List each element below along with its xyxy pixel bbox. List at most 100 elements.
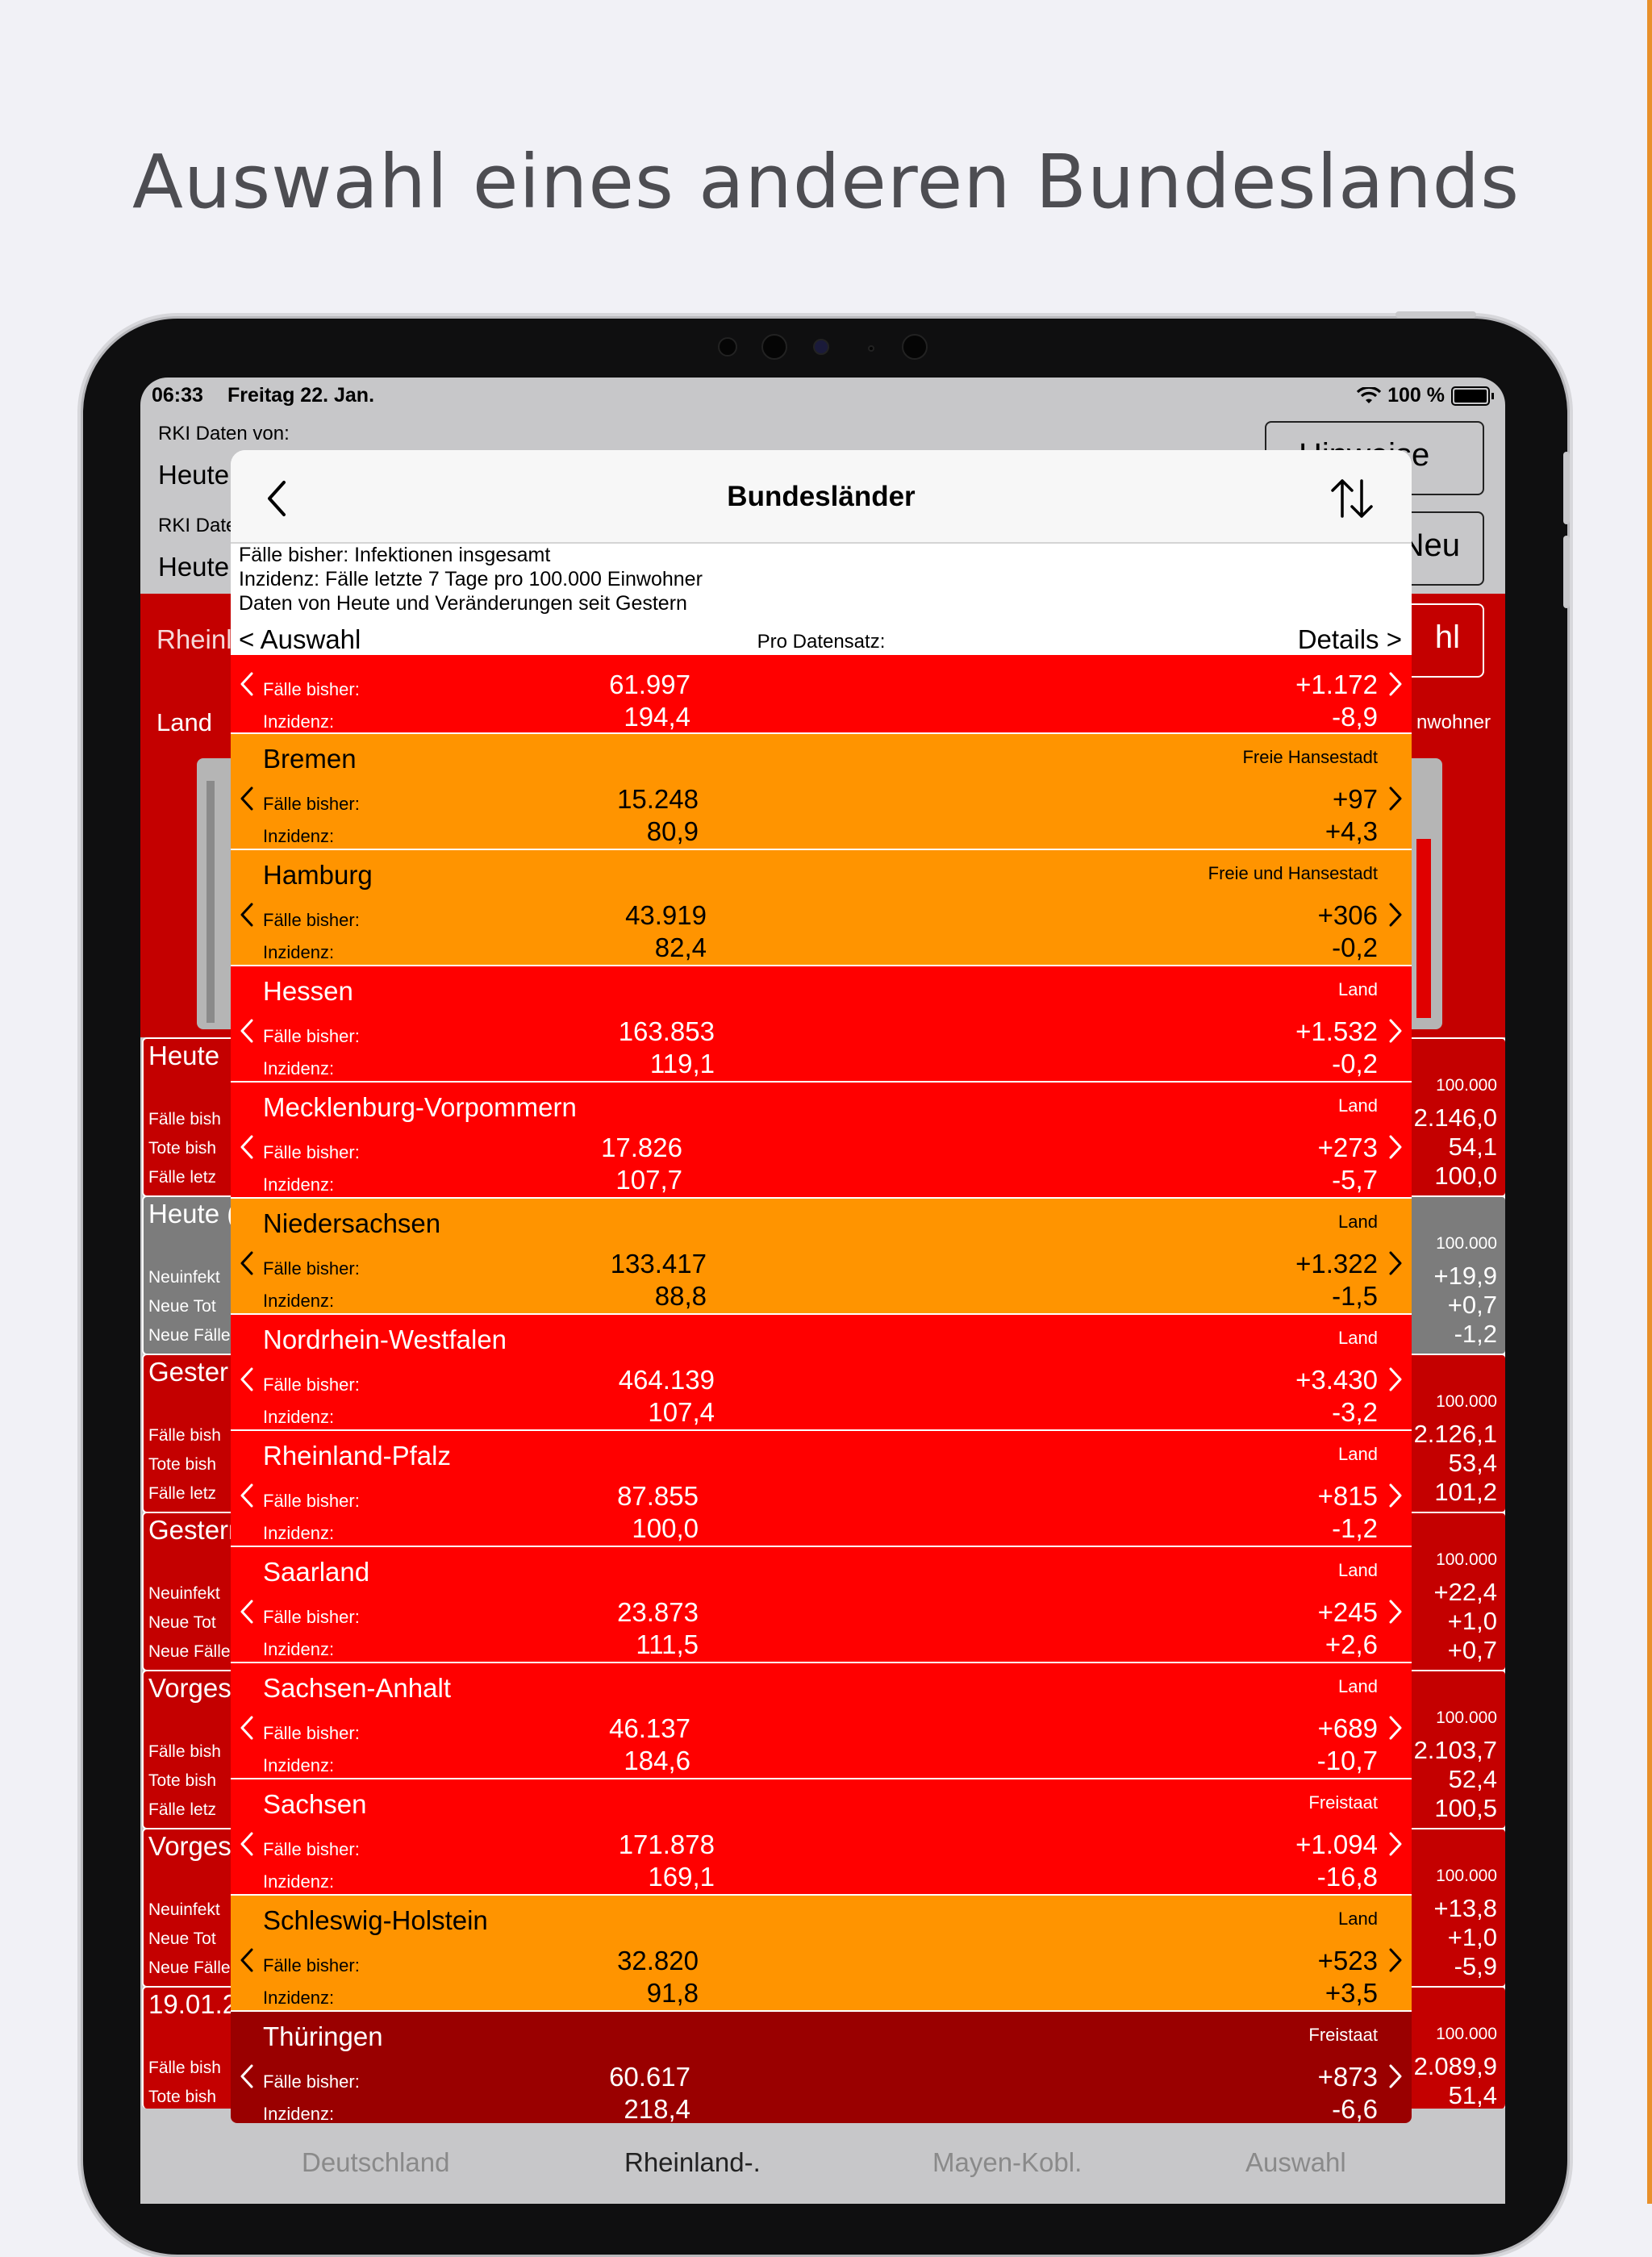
chevron-left-icon[interactable] (239, 786, 255, 811)
chevron-right-icon[interactable] (1387, 1018, 1404, 1044)
state-row[interactable]: Sachsen-Anhalt Land Fälle bisher: Inzidenz:… (231, 1662, 1412, 1779)
chevron-left-icon[interactable] (239, 1483, 255, 1508)
chevron-right-icon[interactable] (1387, 1831, 1404, 1857)
state-type: Land (1338, 1909, 1378, 1929)
info-line-incidence: Inzidenz: Fälle letzte 7 Tage pro 100.00… (239, 568, 703, 590)
cases-label: Fälle bisher: (263, 2071, 360, 2092)
chevron-right-icon[interactable] (1387, 1366, 1404, 1392)
chevron-right-icon[interactable] (1387, 2063, 1404, 2089)
incidence-value: 107,4 (648, 1397, 715, 1427)
incidence-value: 111,5 (636, 1629, 699, 1659)
tab-rheinland[interactable]: Rheinland-. (624, 2147, 761, 2178)
incidence-value: 80,9 (646, 816, 699, 846)
cases-value: 133.417 (610, 1249, 707, 1279)
cases-value: 46.137 (609, 1713, 690, 1743)
chevron-left-icon[interactable] (239, 1947, 255, 1973)
state-row[interactable]: Fälle bisher: Inzidenz: 61.997 194,4 +1.172 -… (231, 655, 1412, 732)
sensor-dot (718, 337, 737, 357)
chevron-left-icon[interactable] (239, 1366, 255, 1392)
chevron-right-icon[interactable] (1387, 1483, 1404, 1508)
rki-value-2[interactable]: Heute (158, 552, 229, 582)
incidence-label: Inzidenz: (263, 1755, 335, 1775)
cases-value: 15.248 (617, 784, 699, 814)
cases-value: 163.853 (618, 1016, 715, 1046)
cases-value: 60.617 (609, 2062, 690, 2092)
incidence-value: 107,7 (615, 1165, 682, 1195)
cases-change: +1.172 (1295, 670, 1378, 699)
sort-icon[interactable] (1328, 478, 1376, 519)
cases-label: Fälle bisher: (263, 1026, 360, 1046)
chevron-left-icon[interactable] (239, 1250, 255, 1276)
incidence-change: +3,5 (1325, 1978, 1378, 2008)
state-type: Freie Hansestadt (1242, 747, 1378, 767)
chevron-left-icon[interactable] (239, 1018, 255, 1044)
state-row[interactable]: Niedersachsen Land Fälle bisher: Inzidenz: 1… (231, 1197, 1412, 1315)
chevron-left-icon[interactable] (239, 902, 255, 928)
chevron-right-icon[interactable] (1387, 1947, 1404, 1973)
tab-auswahl[interactable]: Auswahl (1245, 2147, 1346, 2178)
state-type: Freie und Hansestadt (1208, 863, 1378, 883)
state-row[interactable]: Hessen Land Fälle bisher: Inzidenz: 163.853 1… (231, 965, 1412, 1083)
cases-value: 23.873 (617, 1597, 699, 1627)
chevron-left-icon[interactable] (239, 2063, 255, 2089)
state-row[interactable]: Saarland Land Fälle bisher: Inzidenz: 23.873… (231, 1546, 1412, 1663)
cases-label: Fälle bisher: (263, 679, 360, 699)
cases-label: Fälle bisher: (263, 910, 360, 930)
chevron-right-icon[interactable] (1387, 902, 1404, 928)
details-next-button[interactable]: Details > (1298, 624, 1402, 655)
chevron-right-icon[interactable] (1387, 1134, 1404, 1160)
incidence-change: -16,8 (1316, 1862, 1378, 1892)
incidence-value: 169,1 (648, 1862, 715, 1892)
state-name: Hamburg (263, 860, 373, 890)
state-name: Niedersachsen (263, 1208, 441, 1238)
cases-label: Fälle bisher: (263, 1955, 360, 1975)
chevron-right-icon[interactable] (1387, 671, 1404, 697)
state-name: Thüringen (263, 2021, 383, 2051)
chevron-left-icon[interactable] (239, 1599, 255, 1625)
state-row[interactable]: Schleswig-Holstein Land Fälle bisher: Inzid… (231, 1894, 1412, 2012)
chevron-right-icon[interactable] (1387, 1599, 1404, 1625)
modal-navbar: Bundesländer (231, 450, 1412, 544)
tab-mayen-koblenz[interactable]: Mayen-Kobl. (932, 2147, 1082, 2178)
rki-value-1[interactable]: Heute (158, 460, 229, 490)
info-line-cases: Fälle bisher: Infektionen insgesamt (239, 544, 551, 566)
top-button (1395, 311, 1476, 318)
state-name: Bremen (263, 744, 357, 774)
state-name: Mecklenburg-Vorpommern (263, 1092, 577, 1122)
chevron-right-icon[interactable] (1387, 1250, 1404, 1276)
incidence-value: 88,8 (654, 1281, 707, 1311)
state-row[interactable]: Thüringen Freistaat Fälle bisher: Inzidenz:… (231, 2010, 1412, 2123)
chevron-left-icon[interactable] (239, 671, 255, 697)
chevron-right-icon[interactable] (1387, 1715, 1404, 1741)
incidence-label: Inzidenz: (263, 826, 335, 846)
rki-label-2: RKI Date (158, 515, 237, 536)
info-line-data-source: Daten von Heute und Veränderungen seit G… (239, 592, 687, 615)
incidence-change: -0,2 (1332, 1049, 1378, 1078)
state-type: Land (1338, 1212, 1378, 1232)
front-camera (813, 339, 829, 355)
tab-deutschland[interactable]: Deutschland (302, 2147, 449, 2178)
battery-percent: 100 % (1387, 384, 1445, 407)
incidence-value: 100,0 (632, 1513, 699, 1543)
state-row[interactable]: Nordrhein-Westfalen Land Fälle bisher: Inzi… (231, 1313, 1412, 1431)
cases-change: +1.322 (1295, 1249, 1378, 1279)
state-type: Land (1338, 1444, 1378, 1464)
chevron-left-icon[interactable] (239, 1134, 255, 1160)
state-type: Land (1338, 979, 1378, 999)
chevron-right-icon[interactable] (1387, 786, 1404, 811)
cases-value: 43.919 (625, 900, 707, 930)
volume-up-button (1563, 452, 1570, 524)
chevron-left-icon[interactable] (239, 1831, 255, 1857)
region-map-red-area (1416, 839, 1431, 1018)
state-row[interactable]: Hamburg Freie und Hansestadt Fälle bisher:… (231, 849, 1412, 966)
state-name: Sachsen (263, 1789, 367, 1819)
state-row[interactable]: Mecklenburg-Vorpommern Land Fälle bisher: I… (231, 1081, 1412, 1199)
wifi-icon (1357, 386, 1382, 403)
chevron-left-icon[interactable] (239, 1715, 255, 1741)
incidence-label: Inzidenz: (263, 1988, 335, 2008)
state-row[interactable]: Rheinland-Pfalz Land Fälle bisher: Inzidenz… (231, 1429, 1412, 1547)
state-row[interactable]: Bremen Freie Hansestadt Fälle bisher: Inzid… (231, 732, 1412, 850)
page-headline: Auswahl eines anderen Bundeslands (131, 139, 1521, 225)
state-row[interactable]: Sachsen Freistaat Fälle bisher: Inzidenz: 17… (231, 1778, 1412, 1896)
ipad-screen: 06:33 Freitag 22. Jan. 100 % RKI Daten v… (140, 378, 1505, 2204)
